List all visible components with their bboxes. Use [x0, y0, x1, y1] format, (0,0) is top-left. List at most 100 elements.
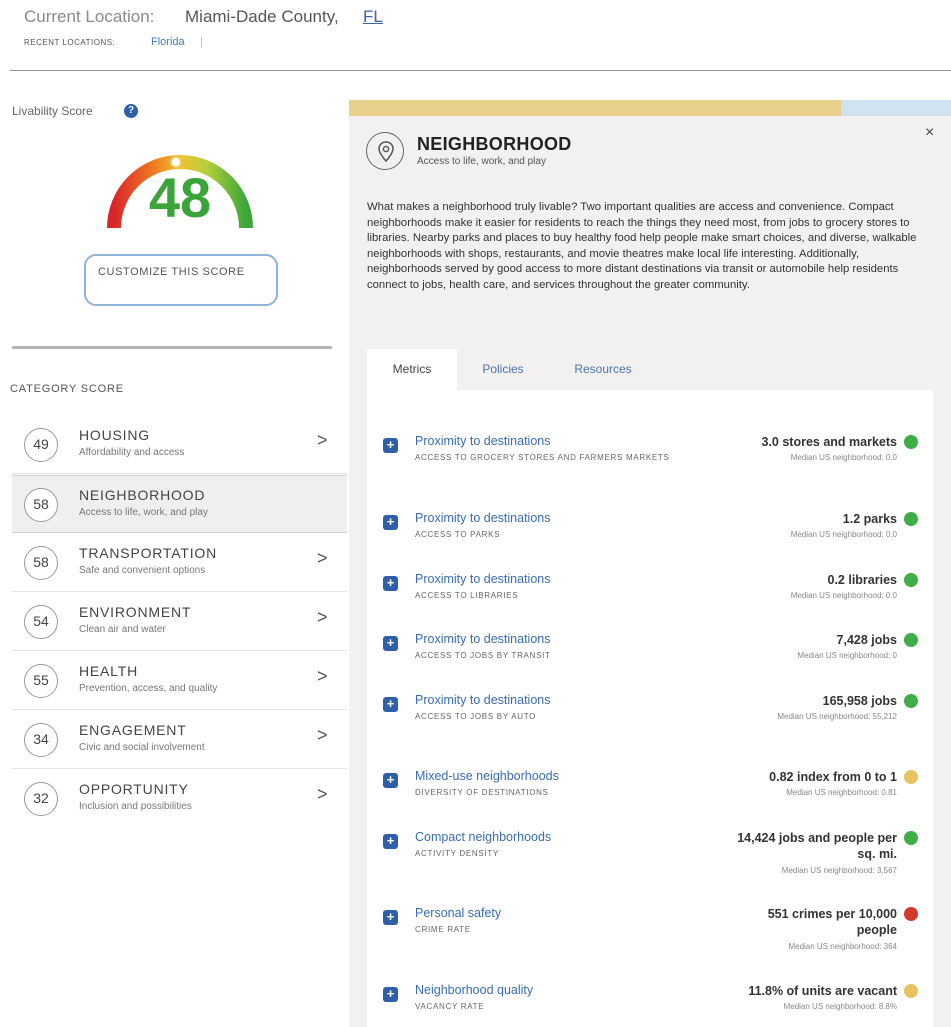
category-item-environment[interactable]: 54 ENVIRONMENT Clean air and water >: [12, 593, 347, 651]
tab-metrics[interactable]: Metrics: [367, 349, 457, 391]
status-dot: [904, 633, 918, 647]
metric-title[interactable]: Proximity to destinations: [415, 434, 550, 448]
livability-score-value: 48: [148, 166, 212, 229]
tab-resources[interactable]: Resources: [553, 349, 653, 391]
metric-subtitle: VACANCY RATE: [415, 1002, 485, 1011]
expand-plus-icon[interactable]: +: [383, 515, 398, 530]
status-dot: [904, 984, 918, 998]
metric-median: Median US neighborhood: 3,567: [781, 866, 897, 875]
close-icon[interactable]: ×: [925, 124, 934, 142]
status-dot: [904, 435, 918, 449]
panel-subtitle: Access to life, work, and play: [417, 156, 546, 167]
metric-value: 7,428 jobs: [836, 633, 897, 647]
metric-value: 165,958 jobs: [822, 694, 897, 708]
metric-subtitle: CRIME RATE: [415, 925, 471, 934]
status-dot: [904, 831, 918, 845]
category-score-badge: 58: [24, 488, 58, 522]
metric-title[interactable]: Compact neighborhoods: [415, 830, 551, 844]
metric-median: Median US neighborhood: 0: [797, 651, 897, 660]
expand-plus-icon[interactable]: +: [383, 636, 398, 651]
current-location-value: Miami-Dade County,: [185, 7, 339, 26]
category-description: Inclusion and possibilities: [79, 801, 192, 812]
category-item-transportation[interactable]: 58 TRANSPORTATION Safe and convenient op…: [12, 534, 347, 592]
metric-subtitle: DIVERSITY OF DESTINATIONS: [415, 788, 549, 797]
metric-title[interactable]: Proximity to destinations: [415, 632, 550, 646]
status-dot: [904, 907, 918, 921]
status-dot: [904, 512, 918, 526]
status-dot: [904, 694, 918, 708]
category-score-badge: 58: [24, 546, 58, 580]
metric-median: Median US neighborhood: 0.81: [786, 788, 897, 797]
metric-subtitle: ACCESS TO LIBRARIES: [415, 591, 519, 600]
expand-plus-icon[interactable]: +: [383, 697, 398, 712]
metric-median: Median US neighborhood: 364: [788, 942, 897, 951]
livability-score-label: Livability Score: [12, 104, 93, 118]
tab-policies[interactable]: Policies: [463, 349, 543, 391]
category-item-housing[interactable]: 49 HOUSING Affordability and access >: [12, 416, 347, 474]
category-score-badge: 34: [24, 723, 58, 757]
customize-score-button[interactable]: CUSTOMIZE THIS SCORE: [84, 254, 278, 306]
expand-plus-icon[interactable]: +: [383, 910, 398, 925]
category-item-neighborhood[interactable]: 58 NEIGHBORHOOD Access to life, work, an…: [12, 475, 347, 533]
category-description: Access to life, work, and play: [79, 507, 208, 518]
metric-median: Median US neighborhood: 8.8%: [783, 1002, 897, 1011]
metric-value: 11.8% of units are vacant: [748, 984, 897, 998]
expand-plus-icon[interactable]: +: [383, 834, 398, 849]
category-name: ENGAGEMENT: [79, 722, 187, 738]
metric-value: 551 crimes per 10,000 people: [767, 907, 897, 937]
category-score-badge: 49: [24, 428, 58, 462]
chevron-right-icon: >: [317, 430, 328, 450]
left-divider: [12, 346, 332, 349]
expand-plus-icon[interactable]: +: [383, 987, 398, 1002]
current-location-label: Current Location:: [24, 7, 155, 26]
map-strip-water: [841, 100, 951, 116]
help-icon[interactable]: ?: [124, 104, 138, 118]
metric-median: Median US neighborhood: 55,212: [777, 712, 897, 721]
chevron-right-icon: >: [317, 725, 328, 745]
category-name: TRANSPORTATION: [79, 545, 217, 561]
header: Current Location: Miami-Dade County, FL …: [0, 0, 951, 72]
expand-plus-icon[interactable]: +: [383, 576, 398, 591]
category-score-title: CATEGORY SCORE: [10, 383, 124, 395]
category-name: ENVIRONMENT: [79, 604, 192, 620]
category-item-health[interactable]: 55 HEALTH Prevention, access, and qualit…: [12, 652, 347, 710]
header-divider: [10, 70, 951, 71]
current-location-state-link[interactable]: FL: [363, 7, 383, 27]
panel-title: NEIGHBORHOOD: [417, 134, 572, 154]
metric-subtitle: ACCESS TO GROCERY STORES AND FARMERS MAR…: [415, 453, 670, 462]
chevron-right-icon: >: [317, 548, 328, 568]
category-score-badge: 55: [24, 664, 58, 698]
category-item-engagement[interactable]: 34 ENGAGEMENT Civic and social involveme…: [12, 711, 347, 769]
metric-value: 0.82 index from 0 to 1: [769, 770, 897, 784]
metric-value: 14,424 jobs and people per sq. mi.: [737, 831, 897, 861]
category-name: NEIGHBORHOOD: [79, 487, 206, 503]
metric-title[interactable]: Personal safety: [415, 906, 501, 920]
recent-location-link[interactable]: Florida: [151, 36, 185, 48]
metric-value: 0.2 libraries: [827, 573, 898, 587]
chevron-right-icon: >: [317, 666, 328, 686]
metric-median: Median US neighborhood: 0.0: [790, 530, 897, 539]
category-item-opportunity[interactable]: 32 OPPORTUNITY Inclusion and possibiliti…: [12, 770, 347, 828]
recent-locations-label: RECENT LOCATIONS:: [24, 38, 116, 47]
category-description: Prevention, access, and quality: [79, 683, 218, 694]
status-dot: [904, 770, 918, 784]
status-dot: [904, 573, 918, 587]
panel-description: What makes a neighborhood truly livable?…: [367, 201, 917, 291]
category-name: OPPORTUNITY: [79, 781, 189, 797]
category-description: Clean air and water: [79, 624, 166, 635]
metric-title[interactable]: Mixed-use neighborhoods: [415, 769, 559, 783]
metric-title[interactable]: Neighborhood quality: [415, 983, 533, 997]
metric-subtitle: ACCESS TO JOBS BY TRANSIT: [415, 651, 551, 660]
metric-title[interactable]: Proximity to destinations: [415, 572, 550, 586]
metric-median: Median US neighborhood: 0.0: [790, 453, 897, 462]
category-score-badge: 32: [24, 782, 58, 816]
expand-plus-icon[interactable]: +: [383, 773, 398, 788]
map-strip: [349, 100, 841, 116]
metric-title[interactable]: Proximity to destinations: [415, 693, 550, 707]
expand-plus-icon[interactable]: +: [383, 438, 398, 453]
chevron-right-icon: >: [317, 784, 328, 804]
chevron-right-icon: >: [317, 607, 328, 627]
metric-subtitle: ACTIVITY DENSITY: [415, 849, 499, 858]
category-description: Safe and convenient options: [79, 565, 206, 576]
metric-title[interactable]: Proximity to destinations: [415, 511, 550, 525]
